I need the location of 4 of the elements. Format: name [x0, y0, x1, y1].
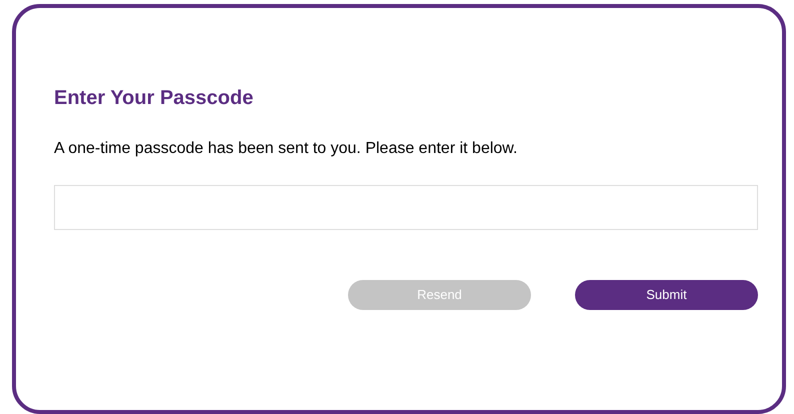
- passcode-field[interactable]: [54, 185, 758, 230]
- action-button[interactable]: Submit: [575, 280, 758, 310]
- page-title: Enter Your Passcode: [54, 86, 254, 111]
- instruction-text: A one-time passcode has been sent to you. Please enter it below.: [54, 139, 518, 159]
